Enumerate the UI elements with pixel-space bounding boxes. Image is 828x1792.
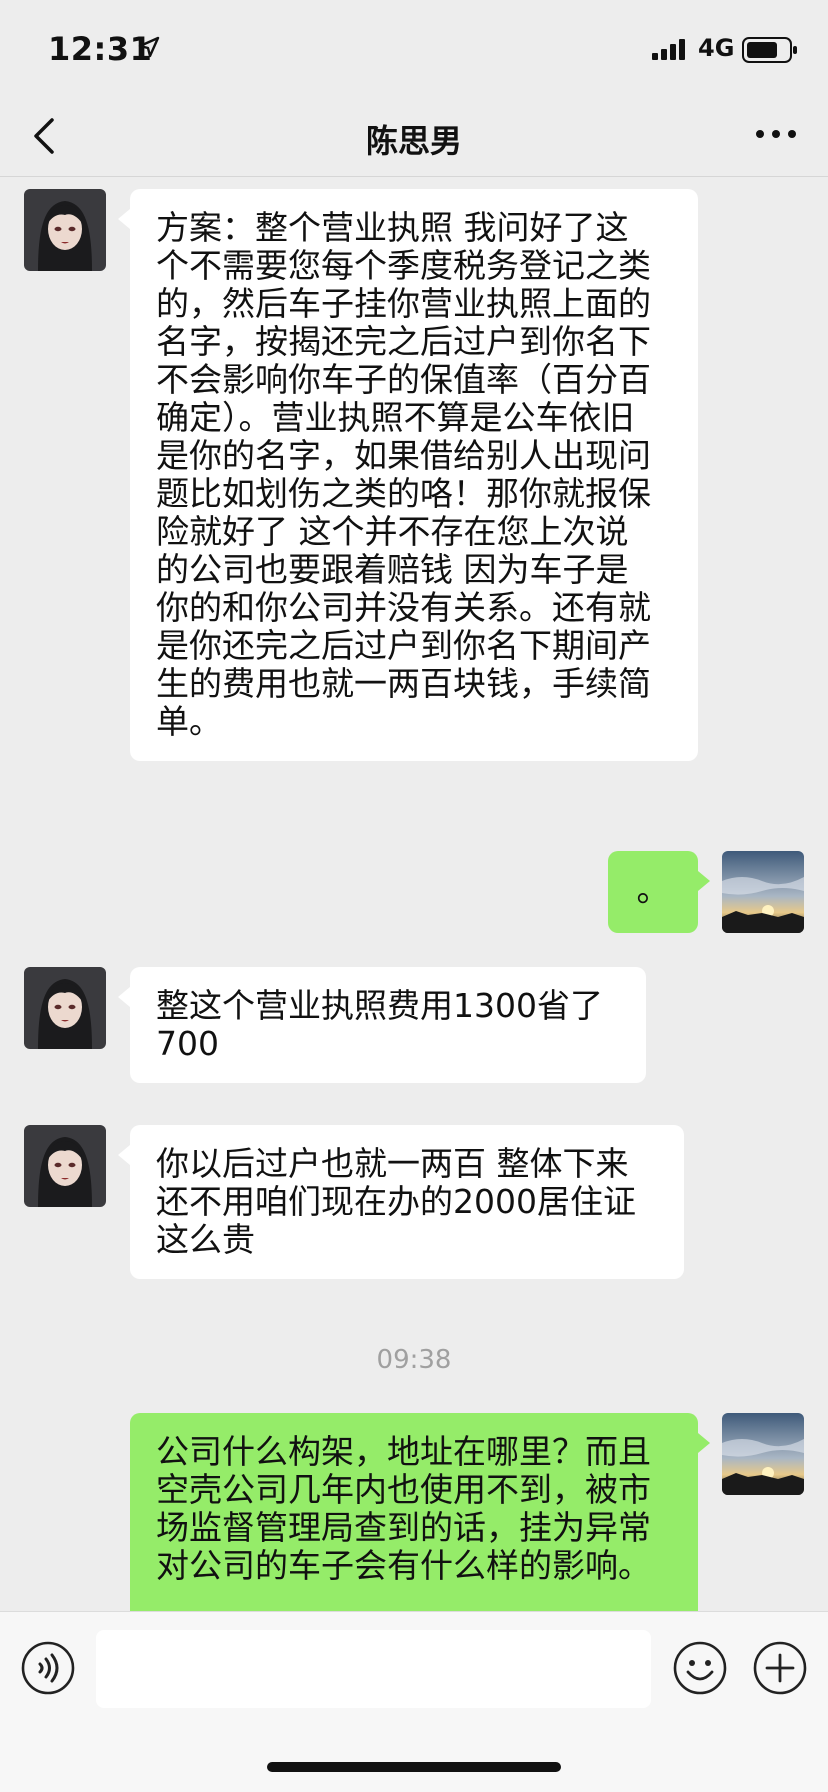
message-line: 方案：整个营业执照 我问好了这 — [156, 208, 629, 247]
message-line: 的公司也要跟着赔钱 因为车子是 — [156, 550, 629, 589]
signal-bars-icon — [652, 39, 685, 60]
message-line: 你以后过户也就一两百 整体下来 — [156, 1144, 629, 1183]
emoji-icon[interactable] — [672, 1640, 728, 1696]
message-list[interactable]: 方案：整个营业执照 我问好了这 个不需要您每个季度税务登记之类 的，然后车子挂你… — [0, 177, 828, 1611]
message-line: 生的费用也就一两百块钱，手续简 — [156, 664, 651, 703]
message-input[interactable] — [96, 1630, 651, 1708]
status-time: 12:31 — [48, 30, 153, 68]
location-arrow-icon — [138, 36, 160, 58]
more-dots-icon[interactable] — [754, 122, 798, 146]
contact-avatar[interactable] — [24, 967, 106, 1049]
plus-icon[interactable] — [752, 1640, 808, 1696]
voice-icon[interactable] — [20, 1640, 76, 1696]
message-bubble-incoming[interactable]: 你以后过户也就一两百 整体下来 还不用咱们现在办的2000居住证 这么贵 — [130, 1125, 684, 1279]
nav-bar: 陈思男 — [0, 100, 828, 177]
message-line: 空壳公司几年内也使用不到，被市 — [156, 1470, 651, 1509]
network-type: 4G — [698, 34, 735, 62]
input-bar — [0, 1611, 828, 1792]
contact-avatar[interactable] — [24, 1125, 106, 1207]
home-indicator[interactable] — [267, 1762, 561, 1772]
message-line: 题比如划伤之类的咯！那你就报保 — [156, 474, 651, 513]
message-line: 700 — [156, 1024, 219, 1063]
message-line: 你的和你公司并没有关系。还有就 — [156, 588, 651, 627]
message-line: 。 — [636, 870, 670, 909]
bubble-tail — [118, 987, 130, 1007]
contact-avatar[interactable] — [24, 189, 106, 271]
bubble-tail — [698, 871, 710, 891]
bubble-tail — [698, 1433, 710, 1453]
message-line: 场监督管理局查到的话，挂为异常 — [156, 1508, 651, 1547]
message-bubble-incoming[interactable]: 整这个营业执照费用1300省了 700 — [130, 967, 646, 1083]
message-line: 还不用咱们现在办的2000居住证 — [156, 1182, 636, 1221]
message-line: 个不需要您每个季度税务登记之类 — [156, 246, 651, 285]
bubble-tail — [118, 209, 130, 229]
message-timestamp: 09:38 — [376, 1345, 452, 1375]
my-avatar[interactable] — [722, 1413, 804, 1495]
battery-icon — [742, 37, 797, 63]
message-bubble-outgoing[interactable]: 公司什么构架，地址在哪里？而且 空壳公司几年内也使用不到，被市 场监督管理局查到… — [130, 1413, 698, 1611]
message-line: 的，然后车子挂你营业执照上面的 — [156, 284, 651, 323]
message-line: 这么贵 — [156, 1220, 255, 1259]
message-line: 不会影响你车子的保值率（百分百 — [156, 360, 651, 399]
message-line: 公司什么构架，地址在哪里？而且 — [156, 1432, 651, 1471]
message-line: 是你的名字，如果借给别人出现问 — [156, 436, 651, 475]
message-line: 险就好了 这个并不存在您上次说 — [156, 512, 629, 551]
chat-screen: 12:31 4G 陈思男 方案：整个营业执照 我问好了这 个不需要您每个季度税务… — [0, 0, 828, 1792]
message-bubble-incoming[interactable]: 方案：整个营业执照 我问好了这 个不需要您每个季度税务登记之类 的，然后车子挂你… — [130, 189, 698, 761]
message-line: 对公司的车子会有什么样的影响。 — [156, 1546, 651, 1585]
message-bubble-outgoing[interactable]: 。 — [608, 851, 698, 933]
message-line: 是你还完之后过户到你名下期间产 — [156, 626, 651, 665]
status-bar: 12:31 4G — [0, 0, 828, 100]
my-avatar[interactable] — [722, 851, 804, 933]
chat-title: 陈思男 — [365, 122, 462, 160]
bubble-tail — [118, 1145, 130, 1165]
message-line: 整这个营业执照费用1300省了 — [156, 986, 603, 1025]
message-line: 单。 — [156, 702, 222, 741]
message-line: 名字，按揭还完之后过户到你名下 — [156, 322, 651, 361]
message-line: 确定）。营业执照不算是公车依旧 — [156, 398, 635, 437]
